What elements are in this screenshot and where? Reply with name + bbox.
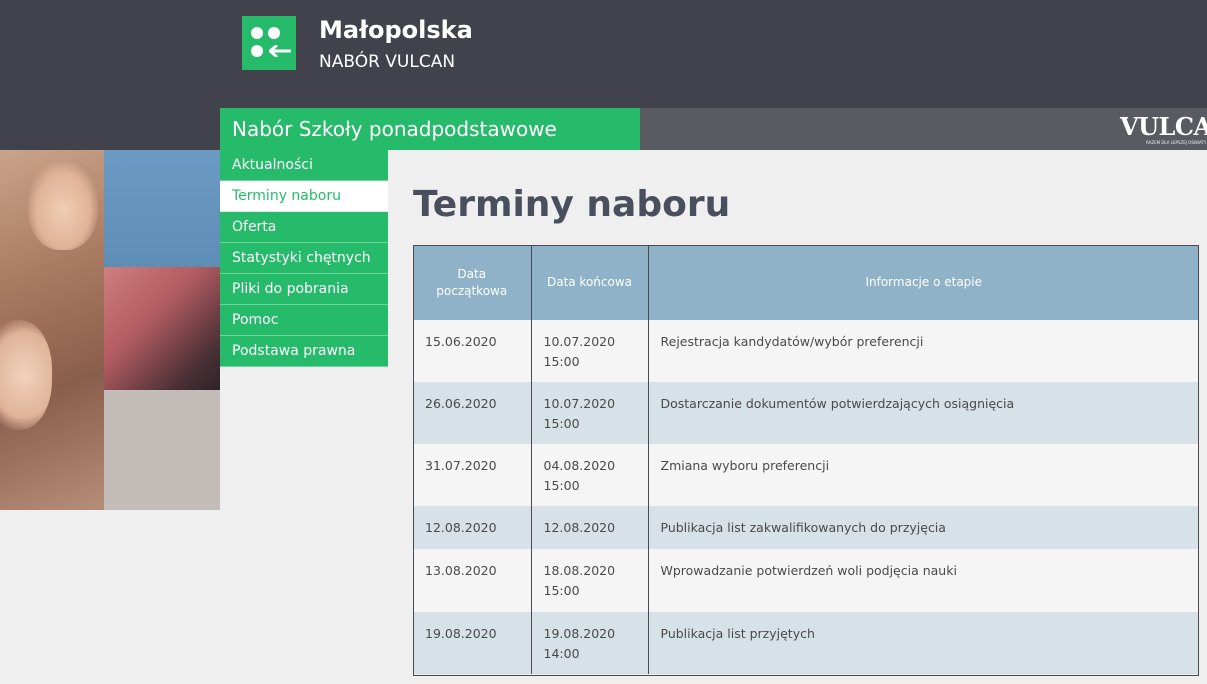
cell-stage-info: Publikacja list przyjętych (647, 612, 1199, 674)
nav-item-aktualnosci[interactable]: Aktualności (220, 150, 388, 181)
cell-start-date: 13.08.2020 (413, 549, 531, 612)
column-header-start-date: Data początkowa (413, 245, 531, 320)
photo-face-top (28, 162, 98, 250)
photo-pink-tile (104, 267, 220, 390)
vendor-logo[interactable]: VULCAN (1120, 113, 1207, 141)
cell-start-date: 12.08.2020 (413, 506, 531, 549)
cell-end-date: 12.08.2020 (530, 506, 648, 549)
cell-end-date: 04.08.2020 15:00 (530, 444, 648, 506)
end-date: 04.08.2020 (543, 458, 616, 473)
logo-dot (251, 27, 263, 39)
end-time: 15:00 (543, 582, 580, 598)
cell-start-date: 15.06.2020 (413, 320, 531, 382)
page-title: Terminy naboru (413, 184, 731, 225)
end-date: 19.08.2020 (543, 626, 616, 641)
cell-stage-info: Dostarczanie dokumentów potwierdzających… (647, 382, 1199, 444)
cell-stage-info: Zmiana wyboru preferencji (647, 444, 1199, 506)
nav-item-pliki-do-pobrania[interactable]: Pliki do pobrania (220, 274, 388, 305)
end-date: 18.08.2020 (543, 563, 616, 578)
table-header-row: Data początkowa Data końcowa Informacje … (413, 245, 1199, 320)
end-time: 14:00 (543, 645, 580, 661)
logo-dot (251, 45, 263, 57)
vendor-bar: VULCAN RAZEM DLA LEPSZEJ OŚWIATY (640, 108, 1207, 150)
brand-subtitle[interactable]: NABÓR VULCAN (319, 50, 455, 74)
end-time: 15:00 (543, 353, 580, 369)
table-row: 12.08.2020 12.08.2020 Publikacja list za… (413, 506, 1199, 549)
brand-title[interactable]: Małopolska (319, 14, 473, 46)
cell-end-date: 10.07.2020 15:00 (530, 320, 648, 382)
cell-stage-info: Rejestracja kandydatów/wybór preferencji (647, 320, 1199, 382)
cell-start-date: 26.06.2020 (413, 382, 531, 444)
end-date: 10.07.2020 (543, 334, 616, 349)
photo-grey-tile (104, 390, 220, 510)
end-time: 15:00 (543, 415, 580, 431)
table-row: 19.08.2020 19.08.2020 14:00 Publikacja li… (413, 612, 1199, 674)
cell-start-date: 31.07.2020 (413, 444, 531, 506)
photo-blue-tile (104, 150, 220, 267)
table-row: 15.06.2020 10.07.2020 15:00 Rejestracja k… (413, 320, 1199, 382)
column-header-stage-info: Informacje o etapie (647, 245, 1199, 320)
nav-item-terminy-naboru[interactable]: Terminy naboru (220, 181, 388, 212)
vendor-tagline: RAZEM DLA LEPSZEJ OŚWIATY (1146, 140, 1207, 145)
cell-start-date: 19.08.2020 (413, 612, 531, 674)
table-row: 13.08.2020 18.08.2020 15:00 Wprowadzanie … (413, 549, 1199, 612)
logo-dot (268, 27, 280, 39)
app-logo-icon[interactable] (242, 16, 296, 70)
cell-end-date: 10.07.2020 15:00 (530, 382, 648, 444)
end-date: 10.07.2020 (543, 396, 616, 411)
section-title: Nabór Szkoły ponadpodstawowe (220, 108, 640, 150)
table-row: 26.06.2020 10.07.2020 15:00 Dostarczanie … (413, 382, 1199, 444)
cell-stage-info: Publikacja list zakwalifikowanych do prz… (647, 506, 1199, 549)
column-header-end-date: Data końcowa (530, 245, 648, 320)
cell-end-date: 19.08.2020 14:00 (530, 612, 648, 674)
cell-stage-info: Wprowadzanie potwierdzeń woli podjęcia n… (647, 549, 1199, 612)
table-row: 31.07.2020 04.08.2020 15:00 Zmiana wyboru… (413, 444, 1199, 506)
schedule-table: Data początkowa Data końcowa Informacje … (413, 245, 1199, 674)
hero-photo (0, 150, 220, 510)
end-date: 12.08.2020 (543, 520, 616, 535)
nav-item-podstawa-prawna[interactable]: Podstawa prawna (220, 336, 388, 367)
nav-item-oferta[interactable]: Oferta (220, 212, 388, 243)
nav-item-pomoc[interactable]: Pomoc (220, 305, 388, 336)
nav-item-statystyki-chetnych[interactable]: Statystyki chętnych (220, 243, 388, 274)
end-time: 15:00 (543, 477, 580, 493)
side-nav: Aktualności Terminy naboru Oferta Statys… (220, 150, 388, 367)
cell-end-date: 18.08.2020 15:00 (530, 549, 648, 612)
arrow-left-icon (269, 45, 291, 57)
